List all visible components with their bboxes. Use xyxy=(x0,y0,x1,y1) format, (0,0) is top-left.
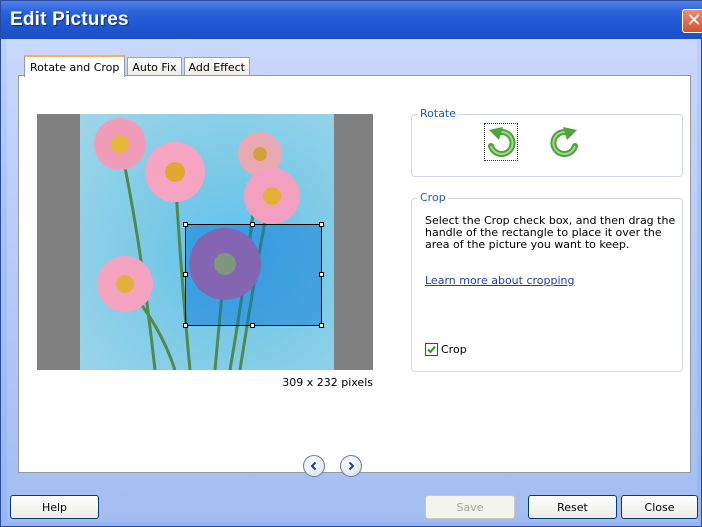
crop-checkbox-label: Crop xyxy=(441,343,467,356)
crop-handle-bottom[interactable] xyxy=(250,323,255,328)
close-button[interactable]: Close xyxy=(621,495,698,519)
reset-button[interactable]: Reset xyxy=(528,495,617,519)
window-close-button[interactable]: ✕ xyxy=(682,9,702,33)
edit-pictures-window: Edit Pictures ✕ Rotate and Crop Auto Fix… xyxy=(0,0,702,527)
crop-handle-top[interactable] xyxy=(250,222,255,227)
chevron-right-icon xyxy=(348,461,355,471)
tab-add-effect[interactable]: Add Effect xyxy=(183,57,250,76)
picture-size-label: 309 x 232 pixels xyxy=(282,376,373,389)
next-picture-button[interactable] xyxy=(340,455,362,477)
tab-rotate-and-crop[interactable]: Rotate and Crop xyxy=(24,55,126,77)
rotate-left-button[interactable] xyxy=(484,123,518,161)
learn-more-cropping-link[interactable]: Learn more about cropping xyxy=(425,274,575,287)
crop-checkbox[interactable]: Crop xyxy=(425,343,467,356)
crop-rectangle[interactable] xyxy=(183,222,324,328)
tab-strip: Rotate and Crop Auto Fix Add Effect xyxy=(24,54,252,77)
dialog-client-area: Rotate and Crop Auto Fix Add Effect 309 … xyxy=(7,39,698,522)
previous-picture-button[interactable] xyxy=(303,455,325,477)
window-title: Edit Pictures xyxy=(10,9,129,30)
rotate-group: Rotate xyxy=(411,107,683,177)
checkbox-box[interactable] xyxy=(425,343,438,356)
crop-handle-top-right[interactable] xyxy=(319,222,324,227)
help-button[interactable]: Help xyxy=(10,495,99,519)
title-bar: Edit Pictures ✕ xyxy=(1,1,702,39)
crop-legend: Crop xyxy=(418,191,448,204)
crop-handle-right[interactable] xyxy=(319,272,324,277)
rotate-right-button[interactable] xyxy=(548,123,582,161)
picture-preview xyxy=(80,114,334,370)
close-icon: ✕ xyxy=(686,10,702,31)
tab-panel: 309 x 232 pixels Rotate Crop Select the … xyxy=(18,75,691,473)
tab-auto-fix[interactable]: Auto Fix xyxy=(127,57,182,76)
crop-handle-bottom-right[interactable] xyxy=(319,323,324,328)
checkmark-icon xyxy=(427,345,436,354)
crop-handle-bottom-left[interactable] xyxy=(183,323,188,328)
rotate-left-icon xyxy=(488,127,516,157)
crop-description: Select the Crop check box, and then drag… xyxy=(425,214,676,251)
crop-group: Crop Select the Crop check box, and then… xyxy=(411,191,683,372)
chevron-left-icon xyxy=(310,461,317,471)
crop-handle-top-left[interactable] xyxy=(183,222,188,227)
crop-handle-left[interactable] xyxy=(183,272,188,277)
save-button[interactable]: Save xyxy=(425,495,515,519)
picture-preview-area xyxy=(37,114,373,370)
rotate-legend: Rotate xyxy=(418,107,459,120)
rotate-right-icon xyxy=(550,127,578,157)
